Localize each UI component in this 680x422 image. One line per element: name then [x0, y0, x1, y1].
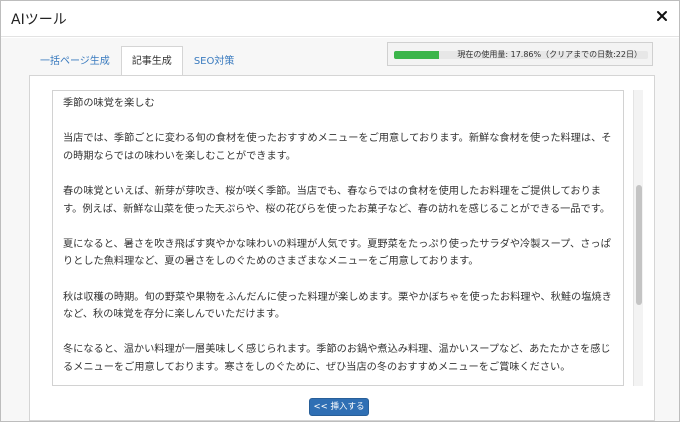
- tab-bulk-page-generation[interactable]: 一括ページ生成: [29, 46, 121, 76]
- scrollbar-thumb[interactable]: [636, 185, 642, 305]
- article-editor[interactable]: 季節の味覚を楽しむ 当店では、季節ごとに変わる旬の食材を使ったおすすめメニューを…: [52, 90, 624, 386]
- insert-button[interactable]: << 挿入する: [309, 398, 369, 416]
- close-icon[interactable]: [655, 8, 669, 22]
- usage-text: 現在の使用量: 17.86%（クリアまでの日数:22日）: [457, 50, 642, 59]
- usage-meter: 現在の使用量: 17.86%（クリアまでの日数:22日）: [387, 42, 653, 66]
- modal-body: 一括ページ生成 記事生成 SEO対策 現在の使用量: 17.86%（クリアまでの…: [1, 38, 679, 421]
- modal-header: AIツール: [1, 1, 679, 37]
- modal-title: AIツール: [11, 12, 67, 28]
- article-panel: 季節の味覚を楽しむ 当店では、季節ごとに変わる旬の食材を使ったおすすめメニューを…: [29, 75, 655, 421]
- article-text: 季節の味覚を楽しむ 当店では、季節ごとに変わる旬の食材を使ったおすすめメニューを…: [63, 98, 612, 373]
- tab-seo[interactable]: SEO対策: [183, 46, 246, 76]
- tab-bar: 一括ページ生成 記事生成 SEO対策: [29, 46, 245, 76]
- ai-tool-modal: AIツール 一括ページ生成 記事生成 SEO対策 現在の使用量: 17.86%（…: [0, 0, 680, 422]
- usage-progress-fill: [394, 51, 440, 59]
- tab-article-generation[interactable]: 記事生成: [120, 46, 183, 76]
- scrollbar[interactable]: [633, 90, 643, 386]
